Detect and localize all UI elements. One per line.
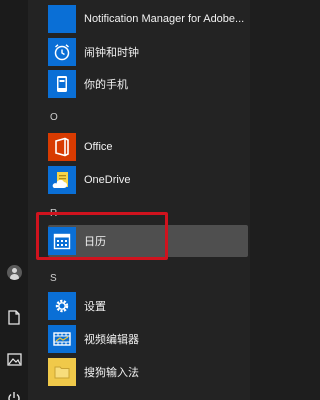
app-item-onedrive[interactable]: OneDrive <box>48 164 248 196</box>
notification-icon <box>48 5 76 33</box>
app-item-label: 设置 <box>84 301 106 313</box>
office-icon <box>48 133 76 161</box>
app-item-label: 视频编辑器 <box>84 334 139 346</box>
app-item-settings[interactable]: 设置 <box>48 290 248 322</box>
app-list: Notification Manager for Adobe... 闹钟和时钟 <box>28 0 250 400</box>
app-item-your-phone[interactable]: 你的手机 <box>48 68 248 100</box>
app-item-label: 你的手机 <box>84 79 128 91</box>
app-item-notification-manager[interactable]: Notification Manager for Adobe... <box>48 3 248 35</box>
folder-icon <box>48 358 76 386</box>
gear-icon <box>48 292 76 320</box>
app-item-sogou-input[interactable]: 搜狗输入法 <box>48 356 248 388</box>
pictures-icon[interactable] <box>4 349 24 369</box>
onedrive-icon <box>48 166 76 194</box>
section-letter-o[interactable]: O <box>50 112 58 123</box>
app-item-office[interactable]: Office <box>48 131 248 163</box>
app-item-label: 搜狗输入法 <box>84 367 139 379</box>
phone-icon <box>48 70 76 98</box>
app-item-video-editor[interactable]: 视频编辑器 <box>48 323 248 355</box>
start-rail <box>0 0 28 400</box>
highlight-box <box>36 212 168 260</box>
app-item-label: OneDrive <box>84 174 131 186</box>
app-item-label: Office <box>84 141 113 153</box>
alarm-clock-icon <box>48 38 76 66</box>
user-avatar-icon[interactable] <box>4 262 24 282</box>
document-icon[interactable] <box>4 307 24 327</box>
app-item-label: Notification Manager for Adobe... <box>84 13 245 25</box>
start-menu: Notification Manager for Adobe... 闹钟和时钟 <box>0 0 250 400</box>
app-item-label: 闹钟和时钟 <box>84 47 139 59</box>
video-editor-icon <box>48 325 76 353</box>
power-icon[interactable] <box>4 388 24 400</box>
app-item-alarms-clock[interactable]: 闹钟和时钟 <box>48 36 248 68</box>
section-letter-s[interactable]: S <box>50 273 57 284</box>
